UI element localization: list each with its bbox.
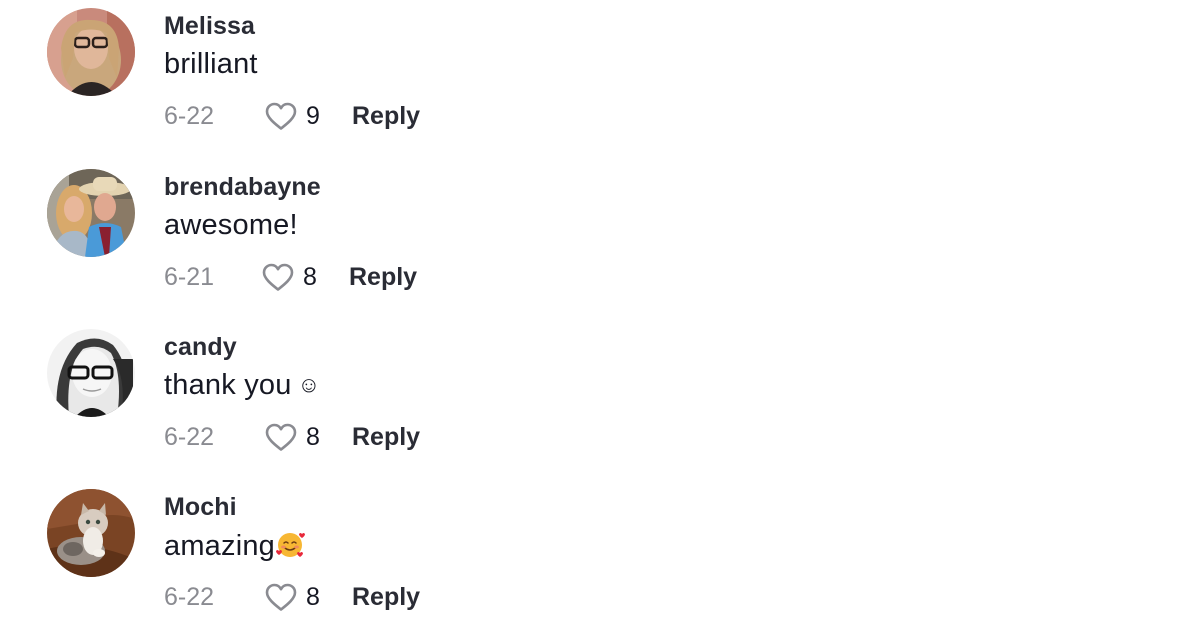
comment-item: brendabayne awesome! 6-21 8 Reply bbox=[0, 161, 1200, 321]
comment-username[interactable]: Mochi bbox=[164, 493, 237, 522]
comment-text: brilliant bbox=[164, 48, 258, 81]
heart-outline-icon[interactable] bbox=[264, 582, 298, 612]
avatar[interactable] bbox=[47, 489, 135, 577]
comment-username[interactable]: Melissa bbox=[164, 12, 255, 41]
comment-item: Mochi amazing 6-22 8 Reply bbox=[0, 481, 1200, 641]
like-button[interactable]: 8 bbox=[261, 262, 347, 292]
comment-list: Melissa brilliant 6-22 9 Reply brendabay… bbox=[0, 0, 1200, 628]
smile-emoji-icon: ☺ bbox=[297, 372, 321, 397]
comment-text: awesome! bbox=[164, 209, 298, 242]
like-button[interactable]: 9 bbox=[264, 101, 350, 131]
reply-button[interactable]: Reply bbox=[352, 102, 420, 131]
like-count: 8 bbox=[306, 582, 320, 611]
comment-meta: 6-22 9 Reply bbox=[164, 98, 420, 134]
comment-text-body: thank you bbox=[164, 369, 292, 401]
comment-date: 6-22 bbox=[164, 101, 215, 130]
like-button[interactable]: 8 bbox=[264, 582, 350, 612]
comment-username[interactable]: candy bbox=[164, 333, 237, 362]
comment-item: candy thank you ☺ 6-22 8 Reply bbox=[0, 321, 1200, 481]
comment-meta: 6-22 8 Reply bbox=[164, 419, 420, 455]
like-count: 9 bbox=[306, 101, 320, 130]
comment-text-body: awesome! bbox=[164, 209, 298, 241]
like-button[interactable]: 8 bbox=[264, 422, 350, 452]
avatar-woman-glasses-image bbox=[47, 8, 135, 96]
comment-item: Melissa brilliant 6-22 9 Reply bbox=[0, 0, 1200, 160]
comment-text-body: amazing bbox=[164, 530, 276, 562]
avatar-couple-image bbox=[47, 169, 135, 257]
heart-outline-icon[interactable] bbox=[264, 422, 298, 452]
avatar[interactable] bbox=[47, 8, 135, 96]
comment-date: 6-22 bbox=[164, 422, 215, 451]
like-count: 8 bbox=[306, 422, 320, 451]
like-count: 8 bbox=[303, 262, 317, 291]
comment-date: 6-21 bbox=[164, 262, 215, 291]
comment-text: amazing bbox=[164, 529, 306, 563]
reply-button[interactable]: Reply bbox=[352, 423, 420, 452]
comment-text: thank you ☺ bbox=[164, 369, 320, 402]
avatar[interactable] bbox=[47, 329, 135, 417]
comment-username[interactable]: brendabayne bbox=[164, 173, 321, 202]
avatar[interactable] bbox=[47, 169, 135, 257]
reply-button[interactable]: Reply bbox=[352, 583, 420, 612]
reply-button[interactable]: Reply bbox=[349, 263, 417, 292]
comment-meta: 6-21 8 Reply bbox=[164, 259, 417, 295]
heart-outline-icon[interactable] bbox=[261, 262, 295, 292]
avatar-woman-bw-image bbox=[47, 329, 135, 417]
comment-date: 6-22 bbox=[164, 582, 215, 611]
avatar-kitten-image bbox=[47, 489, 135, 577]
comment-meta: 6-22 8 Reply bbox=[164, 579, 420, 615]
smiling-face-with-hearts-emoji-icon bbox=[276, 533, 306, 557]
heart-outline-icon[interactable] bbox=[264, 101, 298, 131]
comment-text-body: brilliant bbox=[164, 48, 258, 80]
